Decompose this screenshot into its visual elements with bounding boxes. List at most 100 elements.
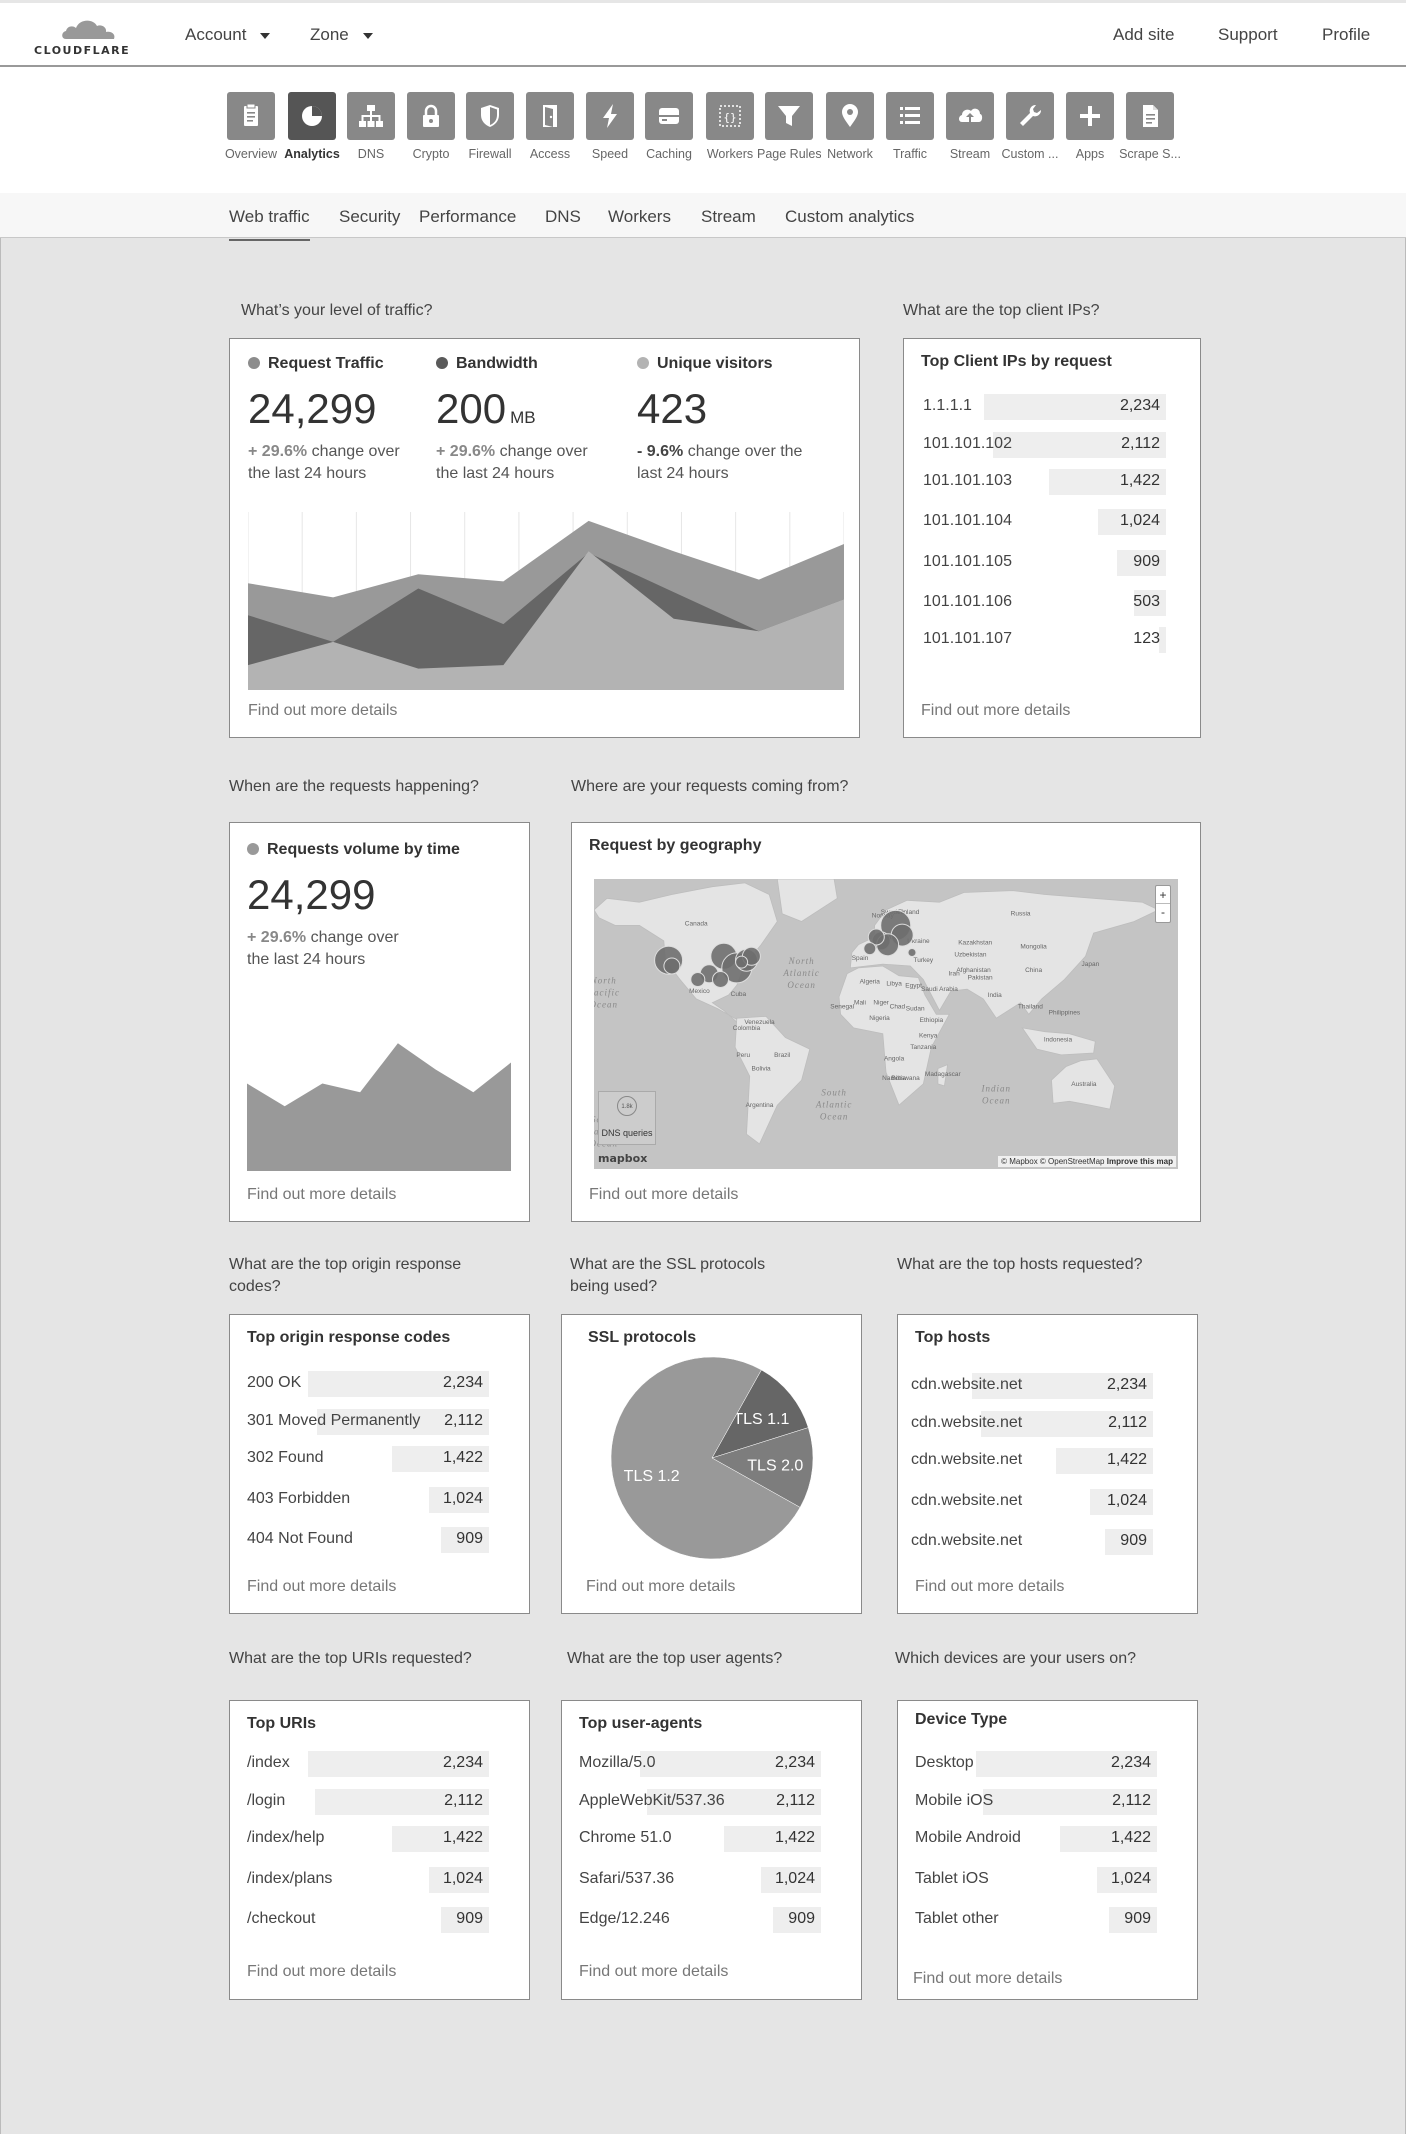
user-agent-value: 2,112 [776, 1792, 815, 1809]
client-ip-row[interactable]: 101.101.104 1,024 [923, 509, 1166, 535]
host-label: cdn.website.net [911, 1451, 1023, 1468]
devices-more-link[interactable]: Find out more details [913, 1970, 1062, 1988]
code-icon: {} [706, 92, 754, 140]
tab-stream[interactable]: Stream [701, 207, 756, 239]
world-map[interactable]: North Atlantic Ocean South Atlantic Ocean Indi… [594, 879, 1178, 1169]
cloudflare-logo[interactable]: CLOUDFLARE [34, 17, 138, 57]
client-ip-row[interactable]: 101.101.105 909 [923, 550, 1166, 576]
origin-code-row[interactable]: 301 Moved Permanently 2,112 [247, 1409, 489, 1435]
profile-link[interactable]: Profile [1322, 25, 1370, 45]
request-bubble[interactable] [863, 942, 877, 956]
client-ip-row[interactable]: 1.1.1.1 2,234 [923, 394, 1166, 420]
tab-performance[interactable]: Performance [419, 207, 516, 239]
user-agents-more-link[interactable]: Find out more details [579, 1963, 728, 1981]
ssl-more-link[interactable]: Find out more details [586, 1578, 735, 1596]
requests-time-more-link[interactable]: Find out more details [247, 1186, 396, 1204]
improve-map-link[interactable]: Improve this map [1107, 1157, 1173, 1166]
client-ip-row[interactable]: 101.101.102 2,112 [923, 432, 1166, 458]
uri-row[interactable]: /checkout 909 [247, 1907, 489, 1933]
tab-workers[interactable]: Workers [608, 207, 671, 239]
tab-custom-analytics[interactable]: Custom analytics [785, 207, 914, 239]
support-link[interactable]: Support [1218, 25, 1278, 45]
request-bubble[interactable] [690, 972, 706, 987]
device-row[interactable]: Tablet other 909 [915, 1907, 1157, 1933]
user-agent-row[interactable]: Chrome 51.0 1,422 [579, 1826, 821, 1852]
request-traffic-number: 24,299 [248, 385, 377, 432]
app-apps[interactable]: Apps [1058, 92, 1122, 161]
device-row[interactable]: Mobile Android 1,422 [915, 1826, 1157, 1852]
client-ip-row[interactable]: 101.101.106 503 [923, 590, 1166, 616]
bandwidth-unit: MB [510, 408, 536, 427]
request-bubble[interactable] [712, 971, 729, 988]
host-row[interactable]: cdn.website.net 1,024 [911, 1489, 1153, 1515]
request-bubble[interactable] [663, 957, 681, 975]
device-value: 2,112 [1112, 1792, 1151, 1809]
app-crypto[interactable]: Crypto [399, 92, 463, 161]
uri-row[interactable]: /index/plans 1,024 [247, 1867, 489, 1893]
origin-code-row[interactable]: 200 OK 2,234 [247, 1371, 489, 1397]
add-site-link[interactable]: Add site [1113, 25, 1174, 45]
origin-code-row[interactable]: 404 Not Found 909 [247, 1527, 489, 1553]
host-row[interactable]: cdn.website.net 2,112 [911, 1411, 1153, 1437]
app-stream[interactable]: Stream [938, 92, 1002, 161]
user-agent-row[interactable]: AppleWebKit/537.36 2,112 [579, 1789, 821, 1815]
device-row[interactable]: Desktop 2,234 [915, 1751, 1157, 1777]
app-custom[interactable]: Custom ... [998, 92, 1062, 161]
zone-dropdown[interactable]: Zone [310, 25, 373, 45]
app-caching[interactable]: Caching [637, 92, 701, 161]
app-network[interactable]: Network [818, 92, 882, 161]
app-scrape-s[interactable]: Scrape S... [1118, 92, 1182, 161]
app-traffic[interactable]: Traffic [878, 92, 942, 161]
user-agent-row[interactable]: Mozilla/5.0 2,234 [579, 1751, 821, 1777]
zoom-out-button[interactable]: - [1156, 904, 1170, 922]
app-workers[interactable]: {} Workers [698, 92, 762, 161]
devices-card: Device Type Desktop 2,234 Mobile iOS 2,112 M… [897, 1700, 1198, 2000]
request-bubble[interactable] [735, 955, 749, 969]
origin-code-row[interactable]: 302 Found 1,422 [247, 1446, 489, 1472]
client-ips-title: Top Client IPs by request [921, 353, 1112, 370]
client-ip-row[interactable]: 101.101.107 123 [923, 627, 1166, 653]
network-icon [347, 92, 395, 140]
uris-more-link[interactable]: Find out more details [247, 1963, 396, 1981]
traffic-more-link[interactable]: Find out more details [248, 702, 397, 720]
app-overview[interactable]: Overview [219, 92, 283, 161]
device-row[interactable]: Tablet iOS 1,024 [915, 1867, 1157, 1893]
app-dns[interactable]: DNS [339, 92, 403, 161]
analytics-subtabs: Web traffic Security Performance DNS Workers… [0, 193, 1406, 241]
tab-dns[interactable]: DNS [545, 207, 581, 239]
user-agent-label: AppleWebKit/537.36 [579, 1792, 725, 1809]
pie-chart-icon [288, 92, 336, 140]
uri-row[interactable]: /index 2,234 [247, 1751, 489, 1777]
client-ip-row[interactable]: 101.101.103 1,422 [923, 469, 1166, 495]
user-agent-row[interactable]: Safari/537.36 1,024 [579, 1867, 821, 1893]
place-label: Australia [1071, 1081, 1097, 1088]
host-row[interactable]: cdn.website.net 1,422 [911, 1448, 1153, 1474]
app-speed[interactable]: Speed [578, 92, 642, 161]
client-ip-value: 2,234 [1119, 397, 1160, 414]
zoom-in-button[interactable]: + [1156, 886, 1170, 904]
user-agent-row[interactable]: Edge/12.246 909 [579, 1907, 821, 1933]
tab-security[interactable]: Security [339, 207, 400, 239]
hosts-more-link[interactable]: Find out more details [915, 1578, 1064, 1596]
app-access[interactable]: Access [518, 92, 582, 161]
account-dropdown[interactable]: Account [185, 25, 271, 45]
host-row[interactable]: cdn.website.net 2,234 [911, 1373, 1153, 1399]
bandwidth-number: 200 [436, 385, 507, 432]
uri-row[interactable]: /login 2,112 [247, 1789, 489, 1815]
place-label: Libya [886, 980, 902, 987]
app-page-rules[interactable]: Page Rules [757, 92, 821, 161]
app-firewall[interactable]: Firewall [458, 92, 522, 161]
host-row[interactable]: cdn.website.net 909 [911, 1529, 1153, 1555]
origin-code-row[interactable]: 403 Forbidden 1,024 [247, 1487, 489, 1513]
tab-web-traffic[interactable]: Web traffic [229, 207, 310, 241]
attribution-text[interactable]: © Mapbox © OpenStreetMap [1001, 1157, 1104, 1166]
uri-row[interactable]: /index/help 1,422 [247, 1826, 489, 1852]
app-analytics[interactable]: Analytics [280, 92, 344, 161]
unique-visitors-change-pct: - 9.6% [637, 443, 684, 460]
app-label: Network [827, 147, 873, 161]
client-ips-more-link[interactable]: Find out more details [921, 702, 1070, 720]
origin-codes-more-link[interactable]: Find out more details [247, 1578, 396, 1596]
geography-more-link[interactable]: Find out more details [589, 1186, 738, 1204]
request-bubble[interactable] [907, 948, 917, 957]
device-row[interactable]: Mobile iOS 2,112 [915, 1789, 1157, 1815]
